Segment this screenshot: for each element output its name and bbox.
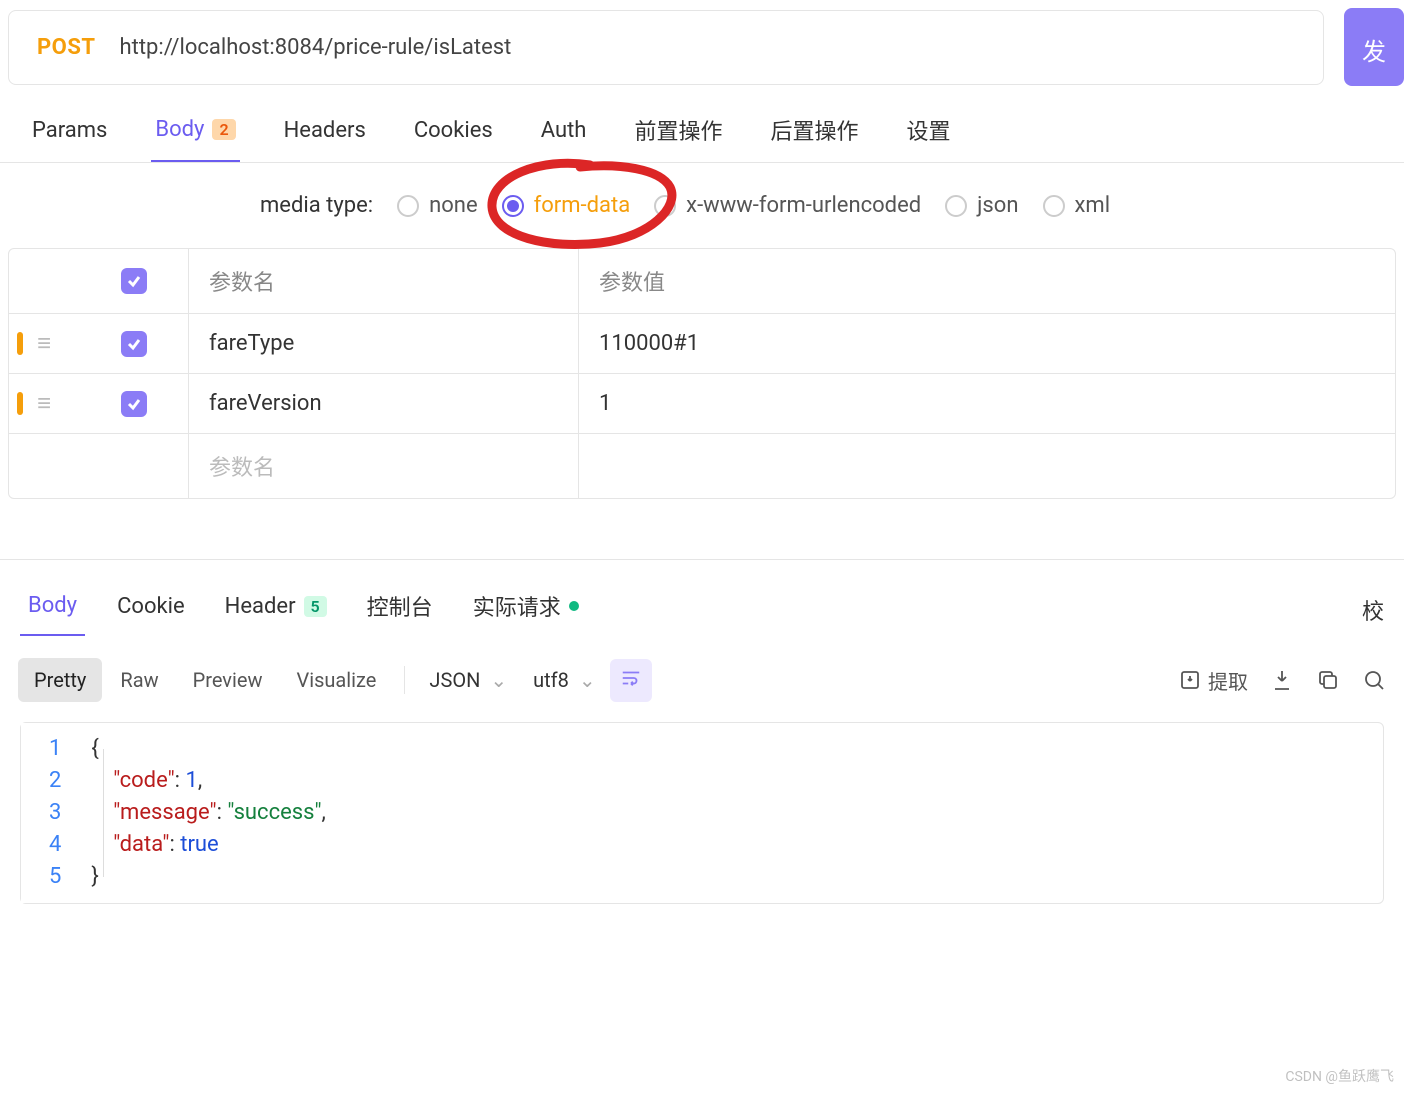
- url-input-box[interactable]: POST http://localhost:8084/price-rule/is…: [8, 10, 1324, 85]
- request-url-bar: POST http://localhost:8084/price-rule/is…: [8, 8, 1404, 86]
- header-count-badge: 5: [304, 596, 327, 617]
- radio-json[interactable]: json: [945, 193, 1018, 218]
- wrap-toggle-button[interactable]: [610, 659, 652, 702]
- param-name-cell[interactable]: fareVersion: [189, 374, 579, 433]
- copy-icon[interactable]: [1316, 668, 1340, 692]
- chevron-down-icon: ⌄: [579, 668, 596, 692]
- fmt-pretty[interactable]: Pretty: [18, 658, 102, 702]
- resp-tab-header[interactable]: Header 5: [217, 586, 335, 635]
- checkbox-row[interactable]: [121, 331, 147, 357]
- tab-settings[interactable]: 设置: [902, 114, 954, 162]
- media-type-label: media type:: [260, 193, 373, 218]
- fmt-preview[interactable]: Preview: [177, 658, 279, 702]
- tab-body[interactable]: Body 2: [151, 114, 239, 162]
- code-content[interactable]: { "code": 1, "message": "success", "data…: [75, 723, 1383, 903]
- fmt-raw[interactable]: Raw: [104, 658, 174, 702]
- chevron-down-icon: ⌄: [490, 668, 507, 692]
- response-tabs: Body Cookie Header 5 控制台 实际请求 校: [0, 574, 1404, 638]
- line-gutter: 12345: [21, 723, 75, 903]
- fmt-visualize[interactable]: Visualize: [280, 658, 392, 702]
- table-header-row: 参数名 参数值: [9, 249, 1395, 313]
- send-button[interactable]: 发: [1344, 8, 1404, 86]
- resp-tab-console[interactable]: 控制台: [359, 582, 441, 638]
- resp-right-label[interactable]: 校: [1362, 594, 1384, 626]
- radio-xml[interactable]: xml: [1043, 193, 1111, 218]
- checkbox-row[interactable]: [121, 391, 147, 417]
- tab-cookies[interactable]: Cookies: [410, 114, 497, 162]
- param-value-cell[interactable]: 110000#1: [579, 314, 1395, 373]
- table-row: ≡ fareVersion 1: [9, 373, 1395, 433]
- search-icon[interactable]: [1362, 668, 1386, 692]
- drag-handle-icon[interactable]: ≡: [37, 329, 51, 358]
- drag-handle-icon[interactable]: ≡: [37, 389, 51, 418]
- watermark: CSDN @鱼跃鹰飞: [1285, 1066, 1394, 1086]
- param-name-placeholder[interactable]: 参数名: [189, 434, 579, 498]
- tab-post-request[interactable]: 后置操作: [766, 114, 862, 162]
- param-value-placeholder[interactable]: [579, 434, 1395, 498]
- param-value-cell[interactable]: 1: [579, 374, 1395, 433]
- radio-none[interactable]: none: [397, 193, 478, 218]
- header-param-name: 参数名: [189, 249, 579, 313]
- tab-params[interactable]: Params: [28, 114, 111, 162]
- resp-tab-body[interactable]: Body: [20, 585, 85, 636]
- http-method[interactable]: POST: [37, 35, 96, 60]
- response-body-code[interactable]: 12345 { "code": 1, "message": "success",…: [20, 722, 1384, 904]
- request-tabs: Params Body 2 Headers Cookies Auth 前置操作 …: [0, 86, 1404, 163]
- tab-auth[interactable]: Auth: [537, 114, 591, 162]
- radio-urlencoded[interactable]: x-www-form-urlencoded: [654, 193, 921, 218]
- tab-pre-request[interactable]: 前置操作: [630, 114, 726, 162]
- header-param-value: 参数值: [579, 249, 1395, 313]
- body-count-badge: 2: [212, 119, 235, 140]
- radio-form-data[interactable]: form-data: [502, 193, 631, 218]
- tab-headers[interactable]: Headers: [280, 114, 370, 162]
- format-type-select[interactable]: JSON ⌄: [417, 668, 519, 692]
- resp-tab-cookie[interactable]: Cookie: [109, 586, 193, 635]
- table-row-new: 参数名: [9, 433, 1395, 498]
- download-icon[interactable]: [1270, 668, 1294, 692]
- response-section: Body Cookie Header 5 控制台 实际请求 校 Pretty R…: [0, 559, 1404, 904]
- format-toolbar: Pretty Raw Preview Visualize JSON ⌄ utf8…: [0, 638, 1404, 722]
- url-text[interactable]: http://localhost:8084/price-rule/isLates…: [120, 35, 512, 60]
- checkbox-all[interactable]: [121, 268, 147, 294]
- media-type-row: media type: none form-data x-www-form-ur…: [0, 163, 1404, 248]
- resp-tab-actual[interactable]: 实际请求: [465, 582, 587, 638]
- param-name-cell[interactable]: fareType: [189, 314, 579, 373]
- extract-button[interactable]: 提取: [1178, 666, 1248, 695]
- status-dot-icon: [569, 601, 579, 611]
- params-table: 参数名 参数值 ≡ fareType 110000#1 ≡ fareVersio…: [8, 248, 1396, 499]
- table-row: ≡ fareType 110000#1: [9, 313, 1395, 373]
- encoding-select[interactable]: utf8 ⌄: [521, 668, 608, 692]
